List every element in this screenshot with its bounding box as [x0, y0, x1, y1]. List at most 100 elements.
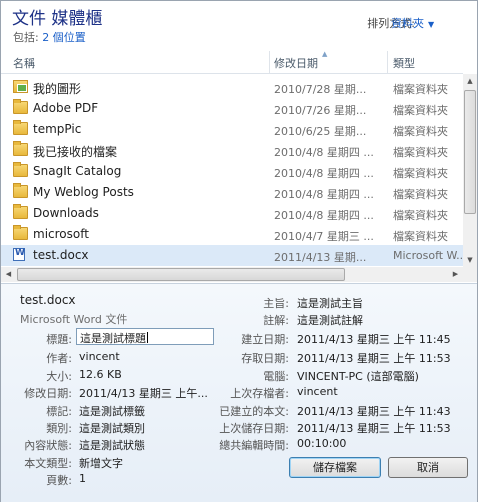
file-date: 2010/4/7 星期三 ... [274, 230, 374, 243]
file-row[interactable]: tempPic 2010/6/25 星期... 檔案資料夾 [1, 119, 463, 140]
comments-label: 註解: [263, 314, 289, 327]
vertical-scrollbar[interactable]: ▲ ▼ [463, 74, 477, 267]
total-editing-time-value: 00:10:00 [297, 437, 347, 450]
folder-icon [13, 120, 28, 135]
comments-value[interactable]: 這是測試註解 [297, 312, 363, 328]
pictures-folder-icon [13, 80, 28, 93]
folder-icon [13, 225, 28, 240]
file-date: 2010/4/8 星期四 ... [274, 188, 374, 201]
file-type: Microsoft W... [393, 249, 463, 262]
chevron-down-icon: ▼ [428, 20, 435, 29]
file-name: microsoft [33, 227, 89, 241]
text-caret [147, 332, 148, 343]
file-row[interactable]: Downloads 2010/4/8 星期四 ... 檔案資料夾 [1, 203, 463, 224]
accessed-date-value: 2011/4/13 星期三 上午 11:53 [297, 352, 451, 365]
details-file-type: Microsoft Word 文件 [20, 313, 128, 326]
created-date-value: 2011/4/13 星期三 上午 11:45 [297, 333, 451, 346]
arrange-by-dropdown[interactable]: 資料夾 ▼ [391, 15, 434, 31]
content-type-value[interactable]: 新增文字 [79, 455, 123, 471]
scroll-right-icon[interactable]: ▶ [448, 267, 463, 282]
vertical-scroll-thumb[interactable] [464, 90, 476, 214]
sort-arrow-icon: ▲ [322, 50, 328, 58]
accessed-date-label: 存取日期: [241, 352, 289, 365]
file-name: My Weblog Posts [33, 185, 134, 199]
pages-value: 1 [79, 472, 86, 485]
file-name: tempPic [33, 122, 82, 136]
save-button[interactable]: 儲存檔案 [289, 457, 381, 478]
file-date: 2010/4/8 星期四 ... [274, 209, 374, 222]
computer-label: 電腦: [263, 370, 289, 383]
library-title: 文件 媒體櫃 [12, 9, 103, 29]
total-editing-time-label: 總共編輯時間: [219, 439, 289, 452]
includes-label: 包括: [13, 31, 39, 44]
arrange-by-value: 資料夾 [391, 17, 424, 30]
file-date: 2010/4/8 星期四 ... [274, 167, 374, 180]
content-status-value[interactable]: 這是測試狀態 [79, 437, 145, 453]
file-date: 2010/7/28 星期... [274, 83, 367, 96]
file-row[interactable]: microsoft 2010/4/7 星期三 ... 檔案資料夾 [1, 224, 463, 245]
author-value[interactable]: vincent [79, 350, 120, 363]
file-type: 檔案資料夾 [393, 125, 448, 138]
includes-locations-link[interactable]: 2 個位置 [42, 31, 86, 44]
computer-value: VINCENT-PC (這部電腦) [297, 370, 419, 383]
category-value[interactable]: 這是測試類別 [79, 420, 145, 436]
file-row[interactable]: My Weblog Posts 2010/4/8 星期四 ... 檔案資料夾 [1, 182, 463, 203]
file-type: 檔案資料夾 [393, 104, 448, 117]
scroll-left-icon[interactable]: ◀ [1, 267, 16, 282]
pages-label: 頁數: [46, 474, 72, 487]
file-list: 我的圖形 2010/7/28 星期... 檔案資料夾 Adobe PDF 201… [1, 74, 463, 267]
cancel-button[interactable]: 取消 [388, 457, 468, 478]
file-row[interactable]: 我已接收的檔案 2010/4/8 星期四 ... 檔案資料夾 [1, 140, 463, 161]
title-input-value: 這是測試標題 [80, 332, 146, 345]
column-divider[interactable] [269, 51, 270, 73]
file-row-selected[interactable]: test.docx 2011/4/13 星期... Microsoft W... [1, 245, 463, 266]
scroll-up-icon[interactable]: ▲ [463, 74, 477, 88]
column-header-bar: 名稱 ▲ 修改日期 類型 [1, 50, 463, 74]
save-dialog-window: 文件 媒體櫃 包括: 2 個位置 排列方式: 資料夾 ▼ 名稱 ▲ 修改日期 類型… [0, 0, 478, 502]
author-label: 作者: [46, 352, 72, 365]
content-created-value: 2011/4/13 星期三 上午 11:43 [297, 405, 451, 418]
file-type: 檔案資料夾 [393, 83, 448, 96]
details-pane: test.docx Microsoft Word 文件 標題: 這是測試標題 作… [1, 283, 477, 502]
category-label: 類別: [46, 422, 72, 435]
file-row[interactable]: SnagIt Catalog 2010/4/8 星期四 ... 檔案資料夾 [1, 161, 463, 182]
file-type: 檔案資料夾 [393, 230, 448, 243]
file-type: 檔案資料夾 [393, 209, 448, 222]
modified-date-value: 2011/4/13 星期三 上午... [79, 387, 208, 400]
scrollbar-corner [463, 267, 477, 282]
date-last-saved-label: 上次儲存日期: [219, 422, 289, 435]
file-name: Downloads [33, 206, 99, 220]
column-header-name[interactable]: 名稱 [13, 55, 35, 71]
tags-value[interactable]: 這是測試標籤 [79, 403, 145, 419]
file-name: 我的圖形 [33, 82, 82, 96]
subject-label: 主旨: [263, 297, 289, 310]
column-header-date[interactable]: 修改日期 [274, 55, 318, 71]
content-type-label: 本文類型: [24, 457, 72, 470]
scroll-down-icon[interactable]: ▼ [463, 253, 477, 267]
horizontal-scrollbar[interactable]: ◀ ▶ [1, 267, 463, 282]
file-date: 2010/6/25 星期... [274, 125, 367, 138]
tags-label: 標記: [46, 405, 72, 418]
size-value: 12.6 KB [79, 368, 122, 381]
horizontal-scroll-thumb[interactable] [17, 268, 345, 281]
file-name: test.docx [33, 248, 89, 262]
file-type: 檔案資料夾 [393, 146, 448, 159]
column-divider[interactable] [387, 51, 388, 73]
title-input[interactable]: 這是測試標題 [76, 328, 214, 345]
file-name: SnagIt Catalog [33, 164, 122, 178]
file-date: 2010/4/8 星期四 ... [274, 146, 374, 159]
folder-icon [13, 141, 28, 156]
column-header-type[interactable]: 類型 [393, 55, 415, 71]
file-row[interactable]: Adobe PDF 2010/7/26 星期... 檔案資料夾 [1, 98, 463, 119]
created-date-label: 建立日期: [241, 333, 289, 346]
details-file-name: test.docx [20, 293, 76, 307]
title-label: 標題: [46, 333, 72, 346]
file-date: 2010/7/26 星期... [274, 104, 367, 117]
file-row[interactable]: 我的圖形 2010/7/28 星期... 檔案資料夾 [1, 77, 463, 98]
file-date: 2011/4/13 星期... [274, 251, 367, 264]
folder-icon [13, 162, 28, 177]
content-status-label: 內容狀態: [24, 439, 72, 452]
subject-value[interactable]: 這是測試主旨 [297, 295, 363, 311]
last-saved-by-value: vincent [297, 385, 338, 398]
folder-icon [13, 204, 28, 219]
